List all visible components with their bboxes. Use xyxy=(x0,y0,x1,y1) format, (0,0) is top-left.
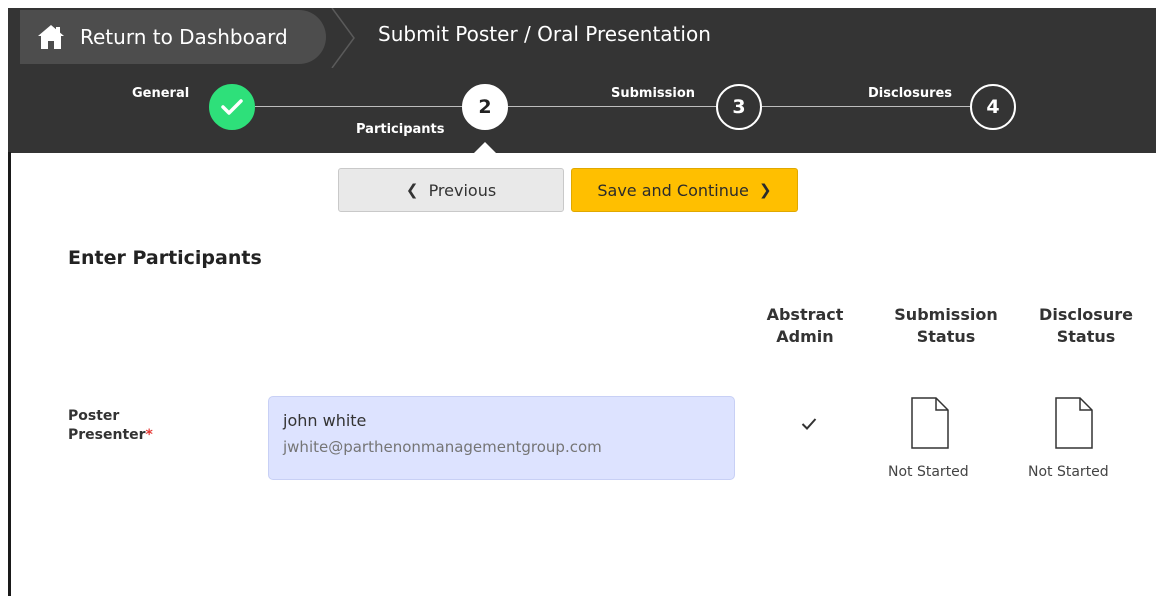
column-header-disclosure-status: Disclosure Status xyxy=(1039,305,1133,346)
return-to-dashboard-label: Return to Dashboard xyxy=(80,25,288,49)
participant-field[interactable]: john white jwhite@parthenonmanagementgro… xyxy=(268,396,735,480)
save-and-continue-button[interactable]: Save and Continue ❯ xyxy=(571,168,798,212)
check-icon xyxy=(221,99,243,115)
home-icon xyxy=(36,23,66,51)
previous-button[interactable]: ❮ Previous xyxy=(338,168,564,212)
submission-status-text: Not Started xyxy=(888,464,969,480)
step-label-disclosures: Disclosures xyxy=(868,86,953,101)
breadcrumb-chevron-icon xyxy=(331,8,355,68)
return-to-dashboard-button[interactable]: Return to Dashboard xyxy=(20,10,326,64)
app-frame: Return to Dashboard Submit Poster / Oral… xyxy=(0,0,1156,596)
step-connector xyxy=(255,106,462,107)
submission-document-icon[interactable] xyxy=(911,397,949,449)
step-connector xyxy=(762,106,970,107)
participant-role-label: Poster Presenter* xyxy=(68,408,153,443)
step-connector xyxy=(508,106,716,107)
disclosure-status-text: Not Started xyxy=(1028,464,1109,480)
active-step-pointer xyxy=(474,142,496,153)
header-bar: Return to Dashboard Submit Poster / Oral… xyxy=(8,8,1156,153)
top-strip xyxy=(0,0,1156,8)
disclosure-document-icon[interactable] xyxy=(1055,397,1093,449)
progress-stepper: General 2 Participants Submission 3 Disc… xyxy=(8,68,1156,153)
step-disclosures[interactable]: 4 xyxy=(970,84,1016,130)
page-title: Submit Poster / Oral Presentation xyxy=(378,22,711,46)
section-title: Enter Participants xyxy=(68,247,262,269)
step-label-submission: Submission xyxy=(611,86,696,101)
chevron-left-icon: ❮ xyxy=(405,181,419,199)
step-label-general: General xyxy=(132,86,190,101)
abstract-admin-checkbox[interactable] xyxy=(797,412,821,436)
participant-name: john white xyxy=(283,411,367,430)
step-submission[interactable]: 3 xyxy=(716,84,762,130)
step-label-participants: Participants xyxy=(356,122,445,137)
left-border xyxy=(8,152,11,596)
column-header-submission-status: Submission Status xyxy=(894,305,998,346)
participant-email: jwhite@parthenonmanagementgroup.com xyxy=(283,438,602,456)
chevron-right-icon: ❯ xyxy=(759,181,772,199)
step-general[interactable] xyxy=(209,84,255,130)
previous-label: Previous xyxy=(428,180,497,200)
step-participants[interactable]: 2 xyxy=(462,84,508,130)
column-header-abstract-admin: Abstract Admin xyxy=(766,305,844,346)
check-icon xyxy=(801,418,817,430)
save-and-continue-label: Save and Continue xyxy=(597,180,749,200)
required-marker: * xyxy=(145,427,153,443)
